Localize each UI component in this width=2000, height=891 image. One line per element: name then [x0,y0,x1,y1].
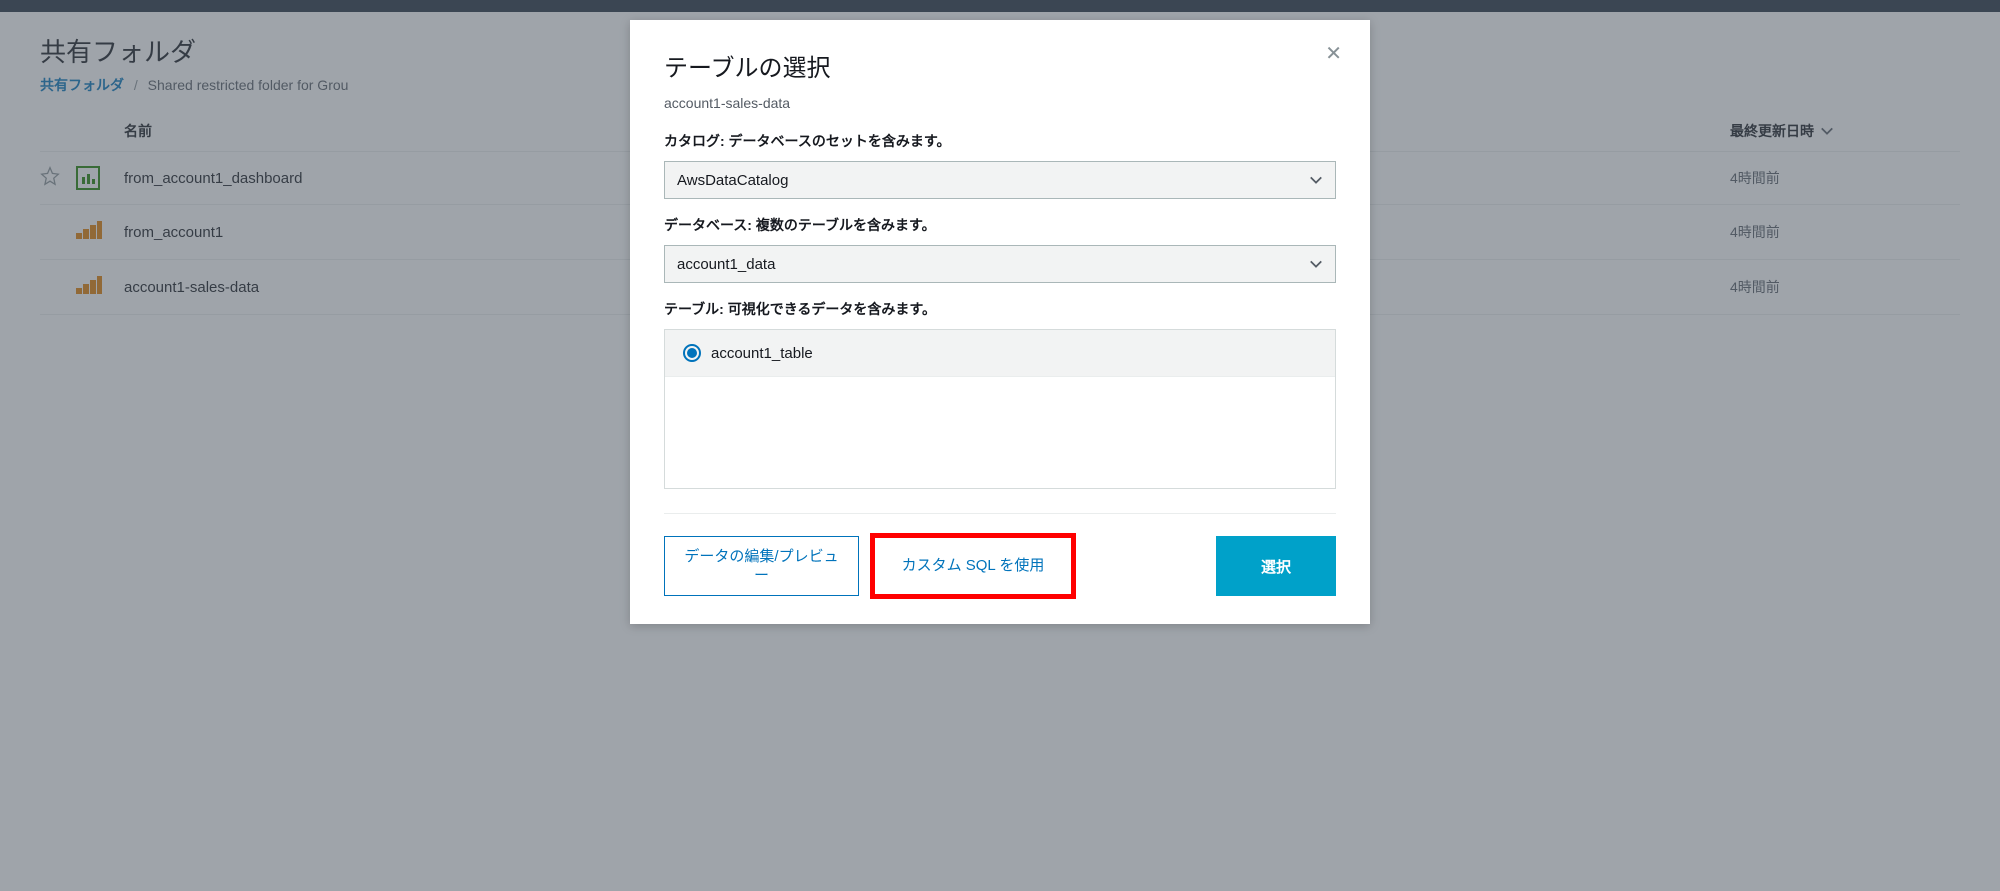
database-select[interactable]: account1_data [664,245,1336,283]
table-option-label: account1_table [711,345,813,362]
modal-title: テーブルの選択 [664,48,1336,83]
database-label: データベース: 複数のテーブルを含みます。 [664,215,1336,235]
modal-footer: データの編集/プレビュー カスタム SQL を使用 選択 [664,513,1336,596]
tables-list: account1_table [664,329,1336,489]
chevron-down-icon [1309,173,1323,187]
table-select-modal: ✕ テーブルの選択 account1-sales-data カタログ: データベ… [630,20,1370,624]
close-icon[interactable]: ✕ [1325,44,1342,64]
catalog-value: AwsDataCatalog [677,172,788,189]
chevron-down-icon [1309,257,1323,271]
edit-preview-button[interactable]: データの編集/プレビュー [664,536,859,596]
custom-sql-button[interactable]: カスタム SQL を使用 [873,536,1073,596]
modal-backdrop[interactable]: ✕ テーブルの選択 account1-sales-data カタログ: データベ… [0,0,2000,891]
catalog-label: カタログ: データベースのセットを含みます。 [664,131,1336,151]
table-option[interactable]: account1_table [665,330,1335,377]
tables-label: テーブル: 可視化できるデータを含みます。 [664,299,1336,319]
radio-icon [683,344,701,362]
database-value: account1_data [677,256,775,273]
catalog-select[interactable]: AwsDataCatalog [664,161,1336,199]
select-button[interactable]: 選択 [1216,536,1336,596]
modal-subtitle: account1-sales-data [664,95,1336,111]
